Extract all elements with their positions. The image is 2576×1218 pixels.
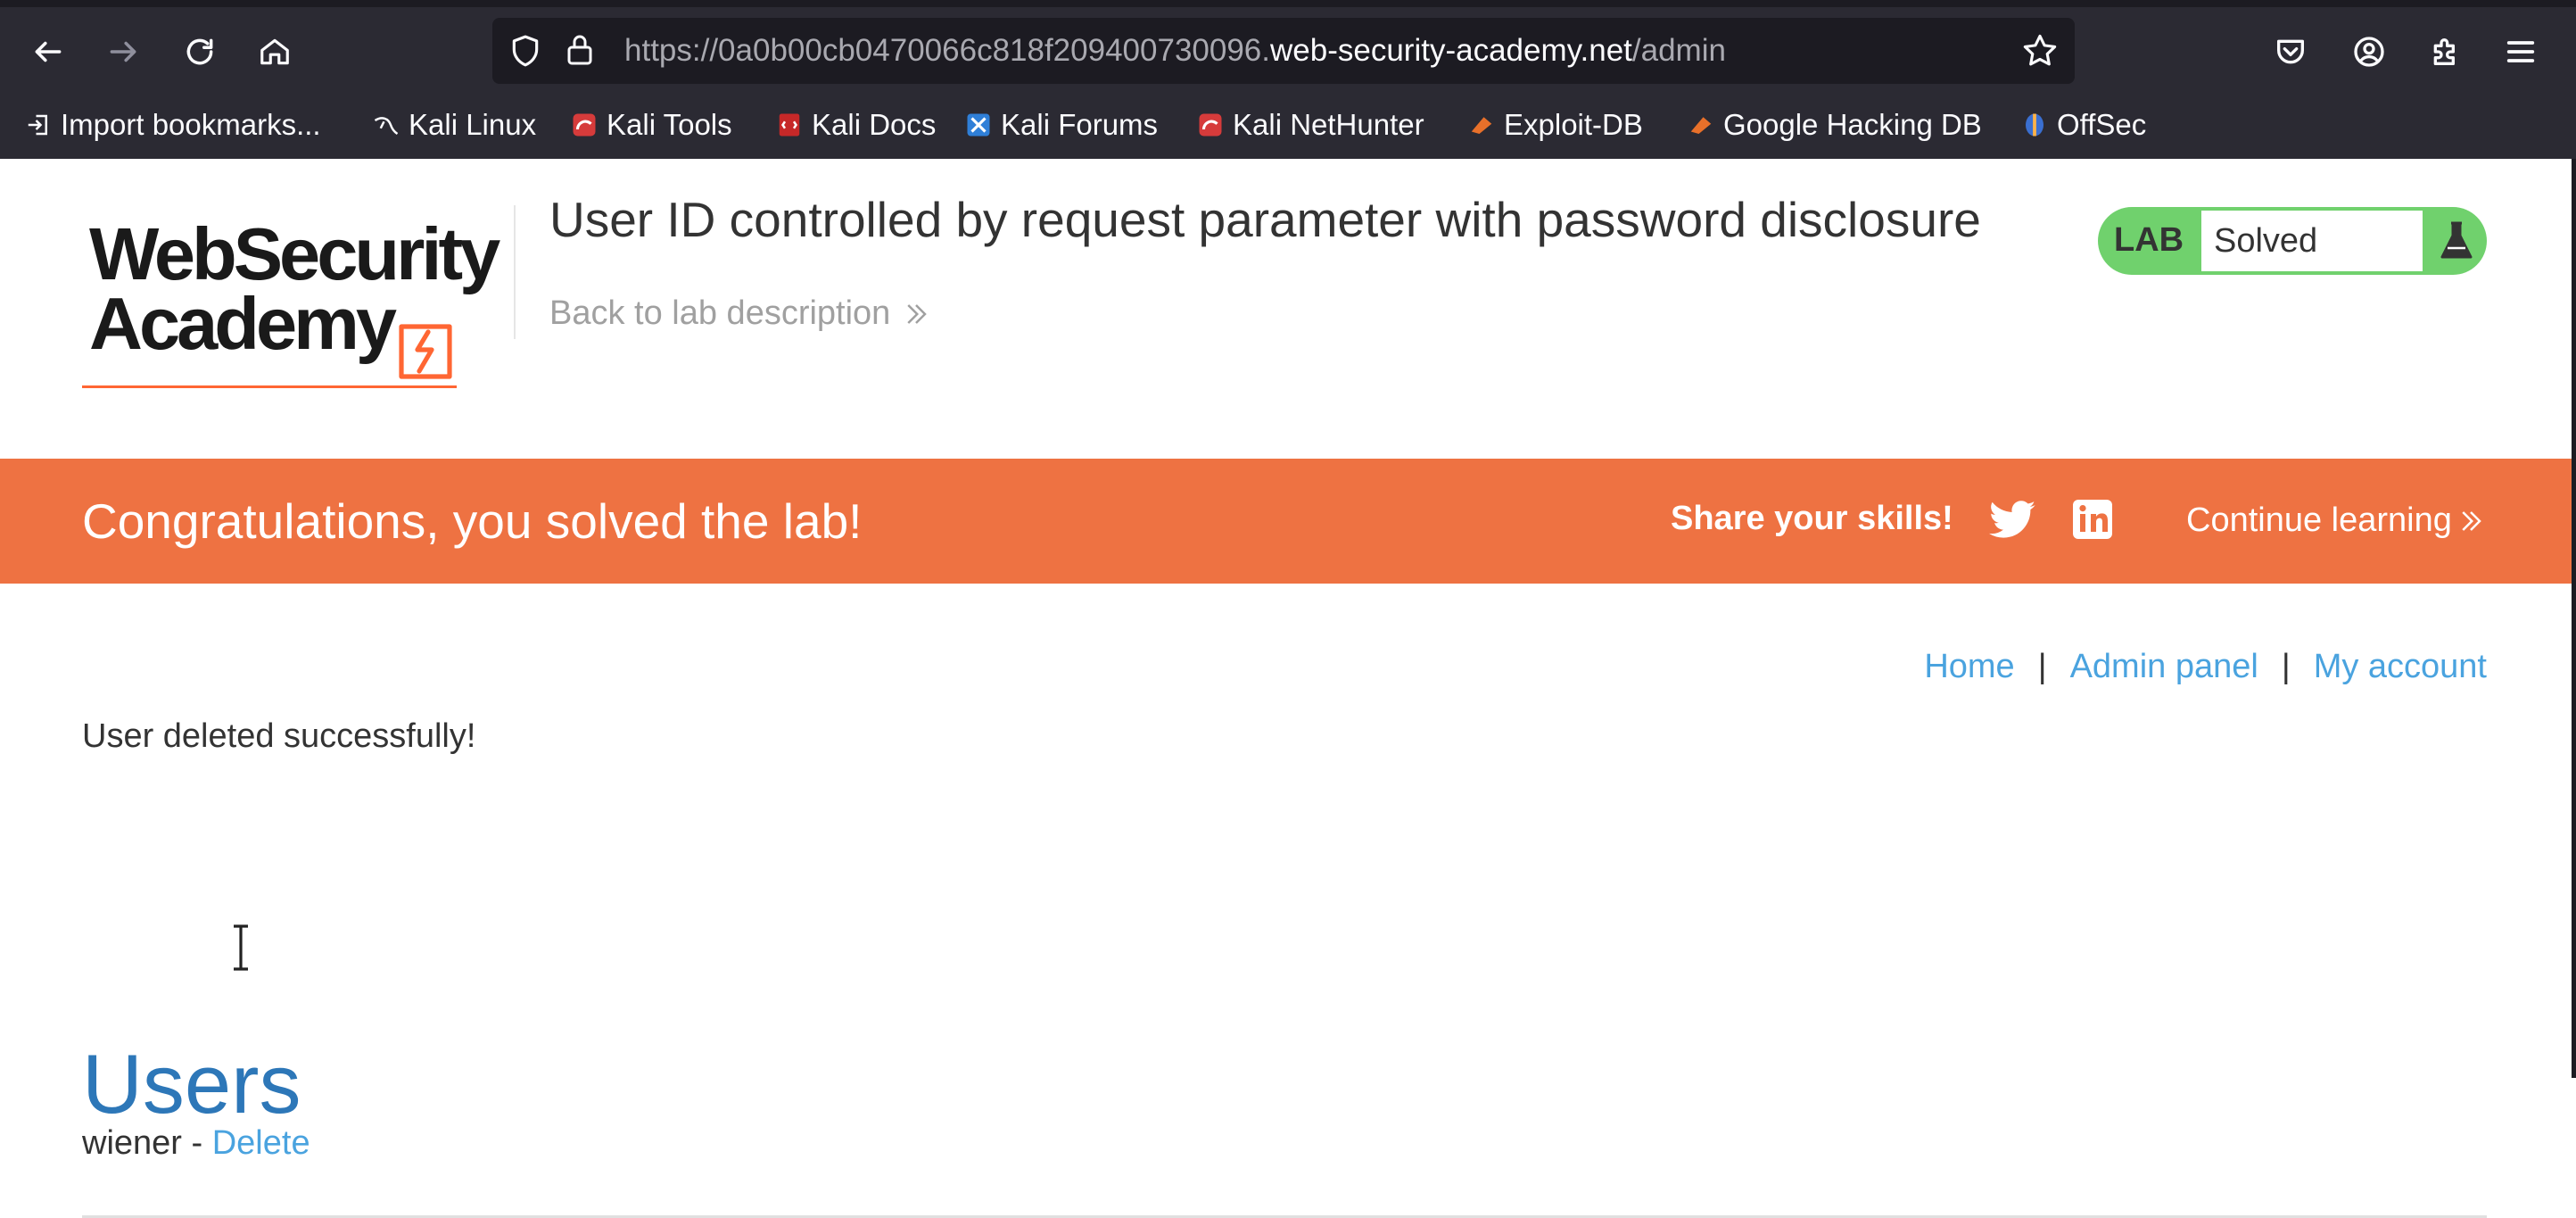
pocket-button[interactable] [2266,27,2316,77]
lab-status-badge: LAB Solved [2098,207,2487,275]
page-content: WebSecurity Academy User ID controlled b… [0,159,2576,1218]
bookmark-import[interactable]: Import bookmarks... [25,107,321,143]
user-name: wiener [82,1124,182,1162]
bookmark-label: Google Hacking DB [1723,108,1982,141]
window-top-edge [0,0,2576,7]
reload-button[interactable] [175,27,225,77]
back-link-label: Back to lab description [549,294,891,332]
kali-tools-icon [573,113,596,137]
lab-title: User ID controlled by request parameter … [549,192,1981,247]
extensions-button[interactable] [2421,27,2471,77]
lab-status-text: Solved [2201,211,2423,271]
nav-admin-panel-link[interactable]: Admin panel [2070,648,2258,686]
arrow-left-icon [35,41,62,62]
url-prefix: https://0a0b00cb0470066c818f209400730096… [624,33,1270,68]
menu-button[interactable] [2496,27,2546,77]
lock-icon[interactable] [564,32,596,68]
solved-banner: Congratulations, you solved the lab! Sha… [0,459,2572,584]
academy-logo[interactable]: WebSecurity Academy [82,203,510,388]
url-text[interactable]: https://0a0b00cb0470066c818f209400730096… [624,33,1726,69]
nav-separator: | [2037,648,2047,685]
ghdb-icon [1690,117,1712,134]
url-path: /admin [1631,33,1726,68]
congratulations-text: Congratulations, you solved the lab! [82,493,863,549]
bookmark-exploit-db[interactable]: Exploit-DB [1468,107,1643,143]
forward-button[interactable] [98,27,148,77]
url-domain: web-security-academy.net [1270,33,1632,68]
hamburger-icon [2506,41,2535,62]
bookmark-label: OffSec [2057,108,2147,141]
bookmark-kali-docs[interactable]: Kali Docs [776,107,936,143]
bookmark-kali-nethunter[interactable]: Kali NetHunter [1197,107,1424,143]
window-right-edge [2572,159,2576,1078]
exploit-db-icon [1471,117,1492,134]
kali-forums-icon [967,113,990,137]
users-heading: Users [82,1036,301,1131]
nav-home-link[interactable]: Home [1924,648,2014,686]
browser-chrome: https://0a0b00cb0470066c818f209400730096… [0,0,2576,159]
bookmark-label: Kali Tools [607,108,732,141]
pocket-icon [2277,39,2304,64]
flask-icon [2440,221,2473,259]
twitter-icon[interactable] [1989,498,2037,543]
bookmark-kali-linux[interactable]: Kali Linux [373,107,536,143]
tracking-shield-icon[interactable] [508,34,542,68]
nav-separator: | [2281,648,2291,685]
arrow-right-icon [110,41,136,62]
nav-my-account-link[interactable]: My account [2314,648,2487,686]
continue-learning-link[interactable]: Continue learning [2186,501,2484,540]
bookmark-label: Kali NetHunter [1233,108,1424,141]
continue-learning-label: Continue learning [2186,501,2452,539]
text-cursor-icon [234,924,248,971]
home-button[interactable] [250,27,300,77]
user-list-item: wiener - Delete [82,1124,310,1163]
bookmark-kali-forums[interactable]: Kali Forums [965,107,1158,143]
bookmark-label: Exploit-DB [1504,108,1643,141]
double-chevron-right-icon [907,303,928,324]
linkedin-icon[interactable] [2071,498,2114,541]
bookmark-ghdb[interactable]: Google Hacking DB [1688,107,1982,143]
delete-user-link[interactable]: Delete [212,1124,310,1162]
top-navigation: Home | Admin panel | My account [1924,648,2487,686]
bookmark-offsec[interactable]: OffSec [2021,107,2146,143]
double-chevron-right-icon [2462,510,2481,531]
back-button[interactable] [23,27,73,77]
logo-underline [82,385,457,388]
offsec-icon [2026,113,2043,137]
bookmark-label: Kali Linux [409,108,537,141]
logo-line-2: Academy [89,282,397,365]
account-icon [2354,37,2384,67]
import-icon [28,114,47,136]
url-bar[interactable]: https://0a0b00cb0470066c818f209400730096… [492,18,2075,84]
bookmarks-toolbar: Import bookmarks... Kali Linux Kali Tool… [0,98,2576,153]
lab-badge-label: LAB [2114,221,2184,259]
bookmark-label: Kali Forums [1001,108,1159,141]
bookmark-label: Kali Docs [812,108,937,141]
status-message: User deleted successfully! [82,717,476,755]
bookmark-star-icon[interactable] [2021,32,2059,70]
puzzle-icon [2433,38,2455,66]
bookmark-kali-tools[interactable]: Kali Tools [571,107,732,143]
kali-dragon-icon [374,117,399,136]
user-separator: - [181,1124,212,1162]
account-button[interactable] [2344,27,2394,77]
home-icon [260,38,289,65]
back-to-lab-description-link[interactable]: Back to lab description [549,294,929,333]
header-divider [514,205,516,339]
lightning-bolt-icon [399,324,452,379]
share-skills-text: Share your skills! [1671,500,1953,537]
kali-nethunter-icon [1199,113,1222,137]
reload-icon [186,38,213,65]
kali-docs-icon [779,113,800,137]
bookmark-label: Import bookmarks... [61,108,321,141]
